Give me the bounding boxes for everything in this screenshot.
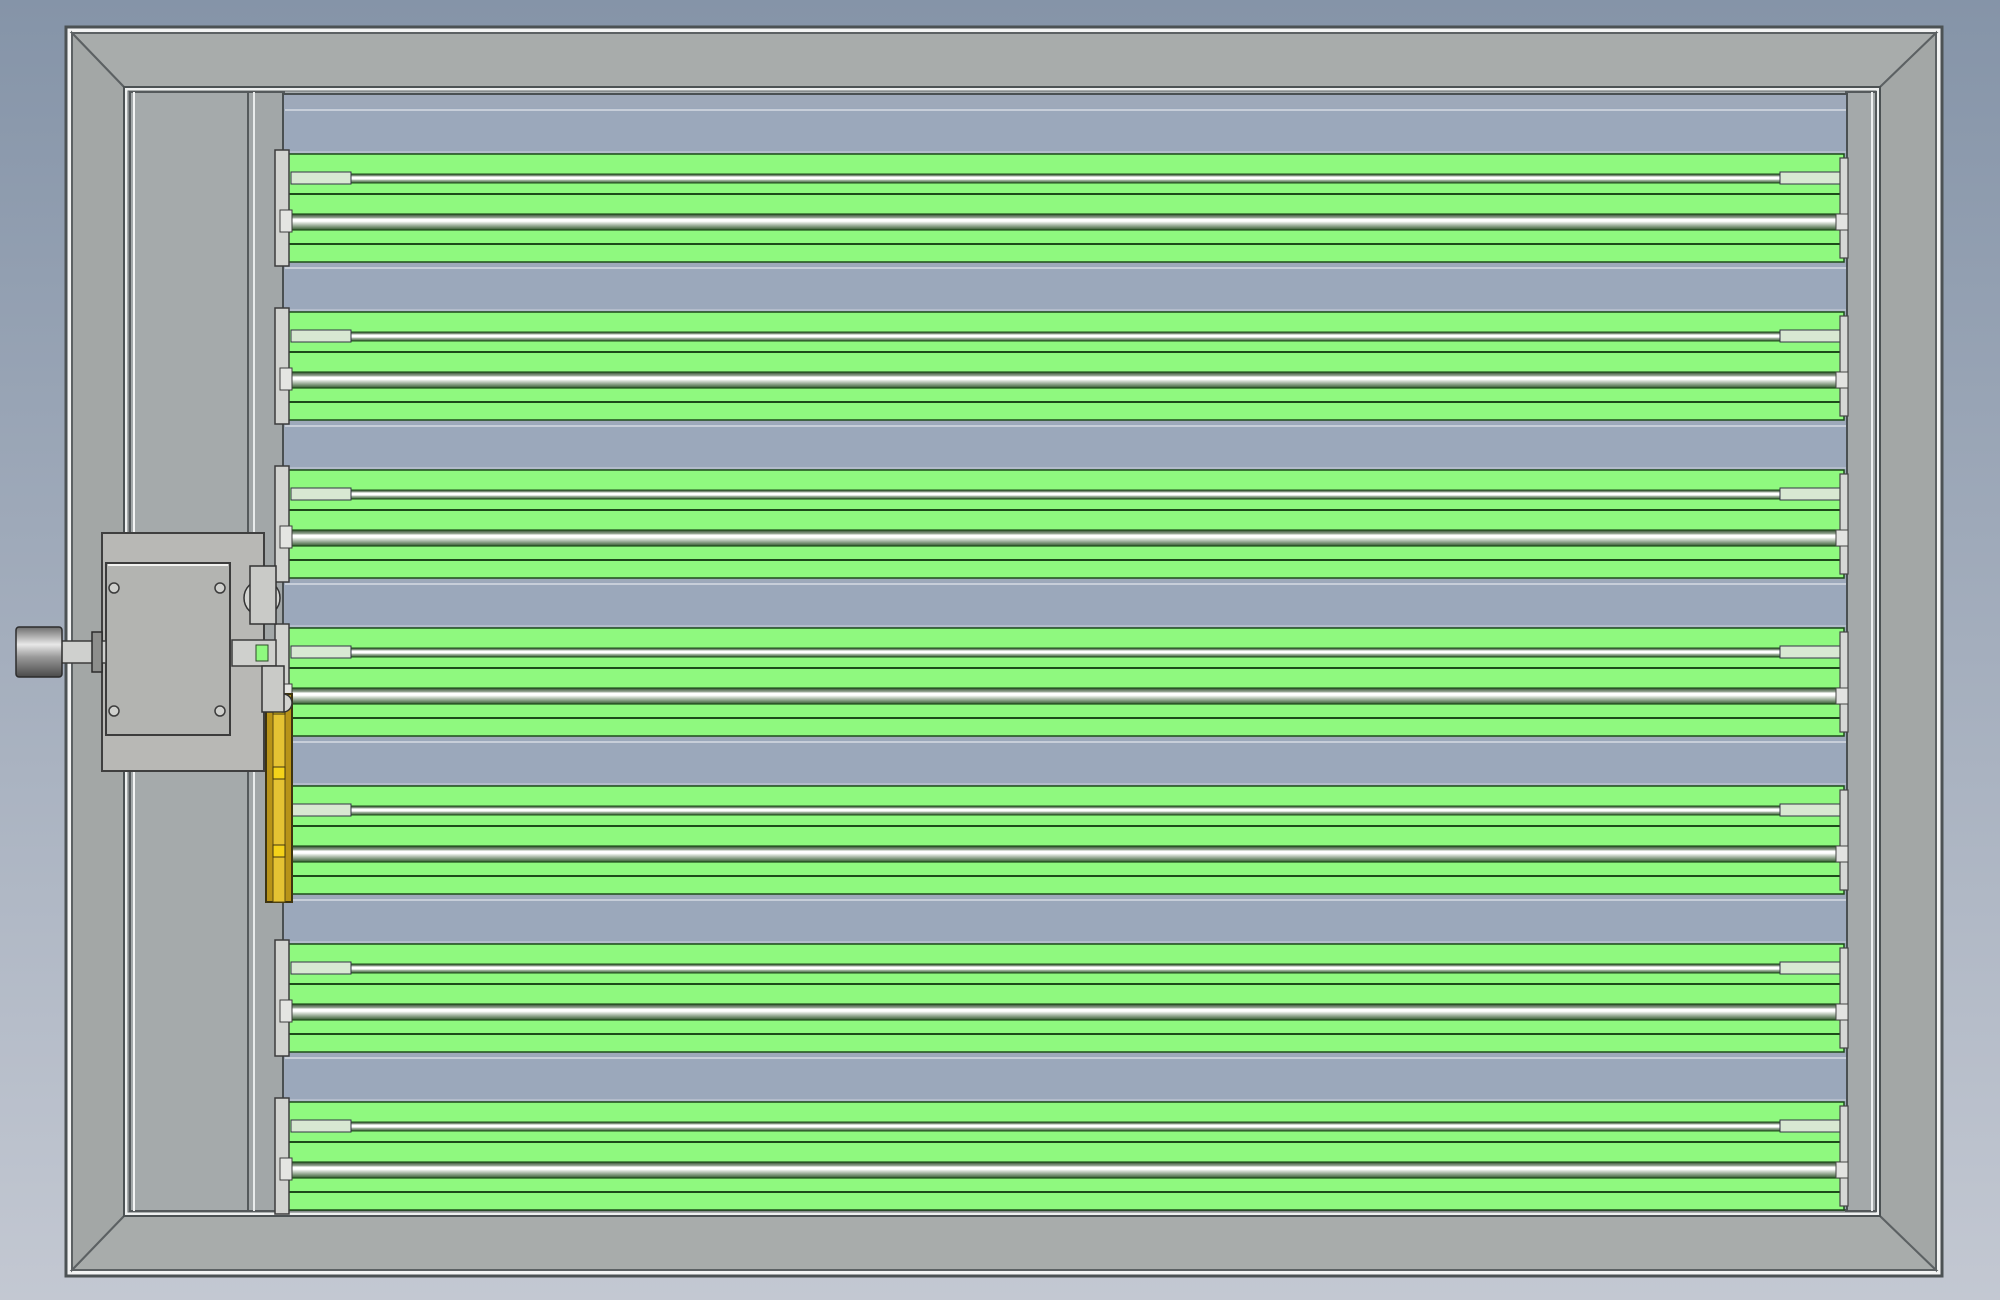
blade-body: [286, 627, 1845, 737]
blade-end-right: [1839, 473, 1849, 575]
louver-blade: [285, 898, 1849, 1053]
blade-axle: [286, 845, 1845, 863]
flange-end-left: [290, 645, 352, 659]
bearing-plate: [274, 465, 293, 583]
flange-end-right: [1779, 487, 1841, 501]
bearing-plate-body: [274, 939, 290, 1057]
frame-right-bevel: [1879, 30, 1937, 1273]
blade-gap: [285, 898, 1846, 944]
blade-body: [286, 785, 1845, 895]
blade-axle: [286, 213, 1845, 231]
blade-end-right: [1839, 631, 1849, 733]
axle-bearing-right: [1835, 371, 1849, 389]
axle-bearing-left: [279, 209, 293, 233]
blade-end-right: [1839, 947, 1849, 1049]
blade-end-right: [1839, 789, 1849, 891]
crank-arm: [249, 565, 277, 625]
flange-end-left: [290, 329, 352, 343]
bearing-plate-body: [274, 1097, 290, 1215]
flange-end-right: [1779, 645, 1841, 659]
bearing-plate: [274, 939, 293, 1057]
bolt-hole-bottom-right: [214, 705, 226, 717]
axle-bearing-left: [279, 1157, 293, 1181]
louver-damper-drawing: [0, 0, 2000, 1300]
linkage-bar-inner: [272, 693, 286, 903]
louver-blade: [285, 266, 1849, 421]
actuator-housing: [105, 562, 231, 736]
axle-bearing-right: [1835, 1161, 1849, 1179]
drive-hub: [231, 639, 277, 667]
linkage-assembly: [265, 693, 293, 903]
louver-blade: [285, 108, 1849, 263]
bearing-plate: [274, 149, 293, 267]
louver-blade: [285, 424, 1849, 579]
blade-end-right: [1839, 1105, 1849, 1207]
axle-bearing-right: [1835, 213, 1849, 231]
flange-end-left: [290, 803, 352, 817]
axle-bearing-right: [1835, 845, 1849, 863]
axle-bearing-left: [279, 999, 293, 1023]
louver-blade: [285, 1056, 1849, 1211]
blade-body: [286, 943, 1845, 1053]
bearing-plate-body: [274, 307, 290, 425]
blade-body: [286, 1101, 1845, 1211]
bearing-plate-body: [274, 149, 290, 267]
frame-top-bevel: [69, 32, 1939, 88]
actuator-cap: [15, 626, 63, 678]
damper-drawing-viewport: [0, 0, 2000, 1300]
bolt-hole-top-left: [108, 582, 120, 594]
axle-bearing-right: [1835, 687, 1849, 705]
frame-bottom-bevel: [69, 1215, 1939, 1271]
blade-body: [286, 311, 1845, 421]
blade-gap: [285, 582, 1846, 628]
blade-axle: [286, 1161, 1845, 1179]
blade-gap: [285, 1056, 1846, 1102]
blade-axle: [286, 371, 1845, 389]
linkage-pivot-2: [272, 844, 286, 858]
blade-axle: [286, 529, 1845, 547]
bolt-hole-bottom-left: [108, 705, 120, 717]
blade-axle: [286, 687, 1845, 705]
blade-gap: [285, 108, 1846, 154]
flange-end-right: [1779, 961, 1841, 975]
blade-gap: [285, 740, 1846, 786]
flange-end-right: [1779, 171, 1841, 185]
axle-bearing-left: [279, 367, 293, 391]
bearing-plate-body: [274, 465, 290, 583]
linkage-pivot-1: [272, 766, 286, 780]
louver-blade: [285, 582, 1849, 737]
blade-end-right: [1839, 315, 1849, 417]
bearing-plate: [274, 1097, 293, 1215]
shaft-collar: [91, 631, 103, 673]
blade-body: [286, 153, 1845, 263]
louver-blade: [285, 740, 1849, 895]
flange-end-left: [290, 487, 352, 501]
blade-axle: [286, 1003, 1845, 1021]
axle-bearing-right: [1835, 529, 1849, 547]
bolt-hole-top-right: [214, 582, 226, 594]
flange-end-right: [1779, 329, 1841, 343]
blade-end-right: [1839, 157, 1849, 259]
flange-end-right: [1779, 1119, 1841, 1133]
drive-hub-green: [255, 644, 269, 662]
flange-end-left: [290, 961, 352, 975]
axle-bearing-right: [1835, 1003, 1849, 1021]
crank-arm-lower: [261, 665, 285, 713]
bearing-plate: [274, 307, 293, 425]
blade-body: [286, 469, 1845, 579]
flange-end-left: [290, 171, 352, 185]
louver-blades: [285, 108, 1849, 1211]
blade-gap: [285, 424, 1846, 470]
flange-end-right: [1779, 803, 1841, 817]
flange-end-left: [290, 1119, 352, 1133]
axle-bearing-left: [279, 525, 293, 549]
blade-gap: [285, 266, 1846, 312]
